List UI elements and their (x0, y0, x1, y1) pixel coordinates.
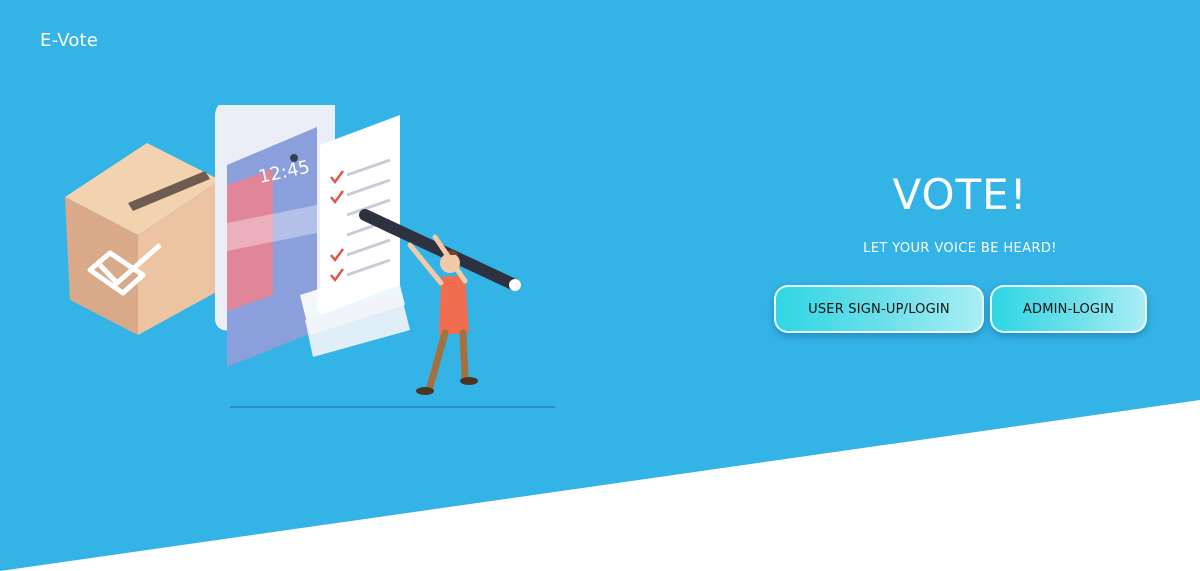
ballot-box-icon (65, 143, 220, 335)
landing-page: E-Vote 12:45 VOTE! LET YOUR VOICE BE HEA… (0, 0, 1200, 571)
hero-panel: VOTE! LET YOUR VOICE BE HEARD! (760, 170, 1160, 256)
admin-login-button[interactable]: ADMIN-LOGIN (990, 285, 1147, 333)
user-signup-login-button[interactable]: USER SIGN-UP/LOGIN (774, 285, 984, 333)
hero-title: VOTE! (892, 170, 1028, 219)
brand-logo[interactable]: E-Vote (40, 30, 98, 51)
hero-subtitle: LET YOUR VOICE BE HEARD! (863, 241, 1057, 256)
hero-actions: USER SIGN-UP/LOGIN ADMIN-LOGIN (774, 285, 1147, 333)
voting-illustration: 12:45 (65, 105, 555, 408)
